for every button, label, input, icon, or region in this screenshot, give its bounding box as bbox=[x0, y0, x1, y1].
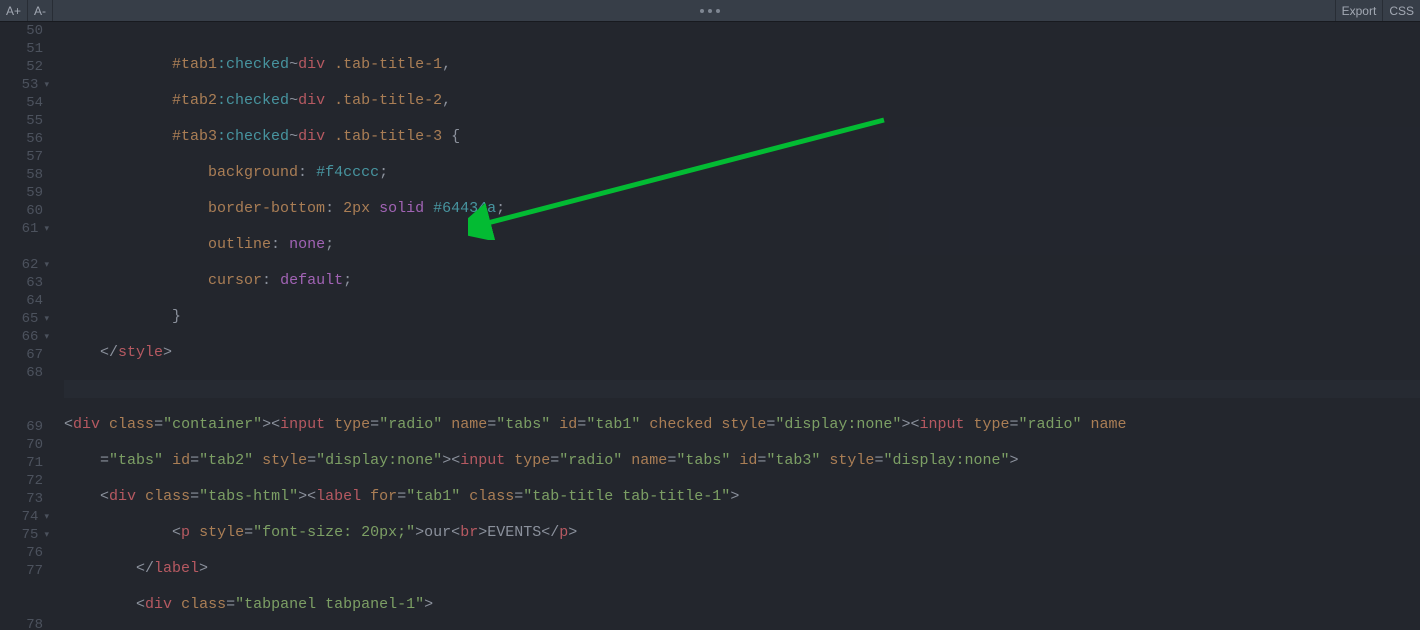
line-number-gutter: 5051525354555657585960616263646566676869… bbox=[0, 22, 64, 630]
code-area[interactable]: #tab1:checked~div .tab-title-1, #tab2:ch… bbox=[64, 22, 1420, 630]
editor-toolbar: A+ A- Export CSS bbox=[0, 0, 1420, 22]
export-button[interactable]: Export bbox=[1335, 0, 1383, 21]
drag-handle-icon[interactable] bbox=[700, 9, 720, 13]
zoom-out-button[interactable]: A- bbox=[28, 0, 53, 21]
code-editor[interactable]: 5051525354555657585960616263646566676869… bbox=[0, 22, 1420, 630]
zoom-in-button[interactable]: A+ bbox=[0, 0, 28, 21]
css-tab-button[interactable]: CSS bbox=[1382, 0, 1420, 21]
